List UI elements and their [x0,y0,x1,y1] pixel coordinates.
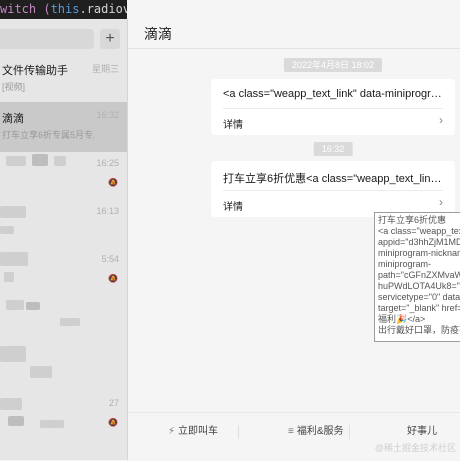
card-text: <a class="weapp_text_link" data-miniprog… [223,88,445,100]
blurred-name [0,206,26,218]
blurred-name [32,154,48,166]
chat-item-file-transfer[interactable]: 文件传输助手 [视频] 星期三 [0,54,127,104]
menu-item-label: 立即叫车 [178,426,219,437]
mute-bell-icon: 🔕 [108,274,118,283]
chat-item-blurred[interactable]: 16:13 [0,198,127,248]
blurred-name [0,252,28,266]
blurred-name [0,398,22,410]
card-divider [223,108,443,109]
menu-item-call-car[interactable]: ⚡ 立即叫车 [168,413,218,451]
search-input[interactable] [0,29,94,49]
tooltip-line: servicetype="0" data- [378,292,460,302]
hover-tooltip: 打车立享6折优惠 <a class="weapp_tex appid="d3hh… [374,212,460,342]
card-divider [223,190,443,191]
chat-item-blurred[interactable]: 16:25 🔕 [0,150,127,200]
menu-divider [238,425,239,439]
chat-item-blurred[interactable] [0,342,127,392]
message-timestamp: 16:32 [313,142,353,156]
code-this: this [50,2,80,16]
chat-item-blurred[interactable]: 5:54 🔕 [0,246,127,296]
tooltip-line: miniprogram- [378,259,432,269]
menu-item-label: 好事儿 [407,426,437,437]
lightning-icon: ⚡ [168,426,176,437]
tooltip-line: appid="d3hhZjM1MD [378,237,460,247]
tooltip-line: <a class="weapp_tex [378,226,460,236]
chat-time: 星期三 [91,64,119,74]
blurred-preview [30,366,52,378]
chat-time: 5:54 [101,254,119,264]
menu-lines-icon: ≡ [288,426,294,437]
chat-window: 滴滴 2022年4月8日 18:02 <a class="weapp_text_… [128,0,460,461]
chat-time: 27 [108,398,119,408]
chat-item-didi[interactable]: 滴滴 打车立享6折专属5月专属... 16:32 [0,102,127,152]
tooltip-line: 出行戴好口罩，防疫不 [378,325,460,335]
chat-list-panel: + 文件传输助手 [视频] 星期三 滴滴 打车立享6折专属5月专属... 16:… [0,19,128,460]
message-timestamp: 2022年4月8日 18:02 [283,58,383,72]
blurred-preview [8,416,24,426]
mute-bell-icon: 🔕 [108,418,118,427]
menu-item-benefits[interactable]: ≡ 福利&服务 [288,413,344,451]
card-details-link[interactable]: 详情 [223,198,243,213]
tooltip-line: 福利🎉</a> [378,314,426,324]
chat-name: 文件传输助手 [2,65,68,77]
blurred-name [0,346,26,362]
add-chat-button[interactable]: + [100,29,120,49]
code-suffix: .radiovalue){ [79,2,127,16]
menu-item-label: 福利&服务 [296,426,344,437]
mute-bell-icon: 🔕 [108,178,118,187]
card-text: 打车立享6折优惠<a class="weapp_text_link" data-… [223,173,445,185]
chat-time: 16:32 [96,110,119,120]
watermark: @稀土掘金技术社区 [374,443,456,453]
chevron-right-icon: › [439,113,443,127]
blurred-preview [60,318,80,326]
tooltip-line: huPWdLOTA4Uk8=" d [378,281,460,291]
chevron-right-icon: › [439,195,443,209]
blurred-name [6,156,26,166]
chat-preview: [视频] [2,82,26,92]
code-editor-strip: witch (this.radiovalue){ [0,0,127,19]
blurred-preview [0,226,14,234]
chat-header: 滴滴 [128,0,460,49]
blurred-preview [4,272,14,282]
chat-time: 16:13 [96,206,119,216]
chat-time: 16:25 [96,158,119,168]
tooltip-line: miniprogram-nicknam [378,248,460,258]
menu-divider [349,425,350,439]
tooltip-line: target="_blank" href= [378,303,460,313]
tooltip-line: 打车立享6折优惠 [378,215,447,225]
chat-item-blurred[interactable] [0,294,127,344]
mini-program-card[interactable]: 打车立享6折优惠<a class="weapp_text_link" data-… [211,161,455,217]
chat-title: 滴滴 [144,26,172,42]
blurred-name [26,302,40,310]
tooltip-line: path="cGFnZXMvaW5 [378,270,460,280]
card-details-link[interactable]: 详情 [223,116,243,131]
blurred-preview [40,420,64,428]
chat-preview: 打车立享6折专属5月专属... [2,130,94,140]
search-row: + [0,29,127,51]
blurred-name [6,300,24,310]
blurred-name [54,156,66,166]
code-keyword: witch ( [0,2,51,16]
chat-item-blurred[interactable]: 27 🔕 [0,390,127,440]
mini-program-card[interactable]: <a class="weapp_text_link" data-miniprog… [211,79,455,135]
chat-name: 滴滴 [2,113,24,125]
